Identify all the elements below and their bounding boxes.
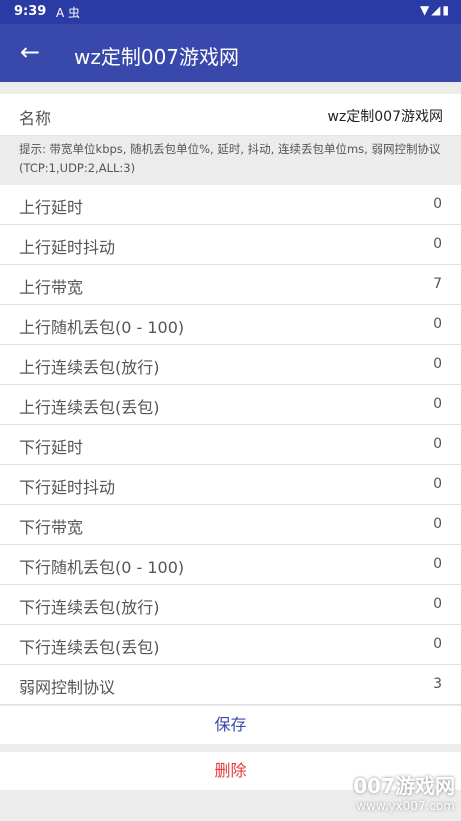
setting-value[interactable]: 0 <box>433 236 442 252</box>
setting-label: 下行延时 <box>19 438 84 457</box>
setting-label: 下行随机丢包(0 - 100) <box>19 558 185 577</box>
name-input[interactable]: wz定制007游戏网 <box>327 106 443 126</box>
setting-value[interactable]: 3 <box>433 676 442 692</box>
setting-value[interactable]: 0 <box>433 356 442 372</box>
setting-label: 下行带宽 <box>19 518 84 537</box>
status-bar: 9:39 A 虫 ▼◢▮ <box>0 0 461 24</box>
setting-row-uplink-random-loss[interactable]: 上行随机丢包(0 - 100) 0 <box>0 305 461 345</box>
setting-value[interactable]: 0 <box>433 196 442 212</box>
setting-label: 弱网控制协议 <box>19 678 116 697</box>
setting-row-downlink-bandwidth[interactable]: 下行带宽 0 <box>0 505 461 545</box>
setting-row-downlink-burst-loss[interactable]: 下行连续丢包(丢包) 0 <box>0 625 461 665</box>
setting-label: 下行连续丢包(放行) <box>19 598 160 617</box>
app-bar: ← wz定制007游戏网 <box>0 24 461 82</box>
save-button[interactable]: 保存 <box>0 706 461 744</box>
notification-icons: A 虫 <box>56 6 81 20</box>
setting-label: 上行延时抖动 <box>19 238 116 257</box>
setting-label: 上行带宽 <box>19 278 84 297</box>
name-label: 名称 <box>19 109 52 128</box>
setting-value[interactable]: 7 <box>433 276 442 292</box>
setting-label: 上行连续丢包(丢包) <box>19 398 160 417</box>
settings-list: 上行延时 0 上行延时抖动 0 上行带宽 7 上行随机丢包(0 - 100) 0… <box>0 185 461 705</box>
watermark-url: www.yx007.com <box>356 799 455 813</box>
setting-value[interactable]: 0 <box>433 636 442 652</box>
hint-text: 提示: 带宽单位kbps, 随机丢包单位%, 延时, 抖动, 连续丢包单位ms,… <box>19 142 441 175</box>
watermark-title: 007游戏网 <box>353 774 455 798</box>
setting-value[interactable]: 0 <box>433 516 442 532</box>
setting-row-weak-network-protocol[interactable]: 弱网控制协议 3 <box>0 665 461 705</box>
setting-value[interactable]: 0 <box>433 596 442 612</box>
setting-value[interactable]: 0 <box>433 436 442 452</box>
setting-value[interactable]: 0 <box>433 396 442 412</box>
page-title: wz定制007游戏网 <box>74 45 240 69</box>
setting-value[interactable]: 0 <box>433 476 442 492</box>
status-time: 9:39 <box>14 4 47 19</box>
setting-row-downlink-jitter[interactable]: 下行延时抖动 0 <box>0 465 461 505</box>
setting-row-uplink-burst-pass[interactable]: 上行连续丢包(放行) 0 <box>0 345 461 385</box>
setting-label: 上行延时 <box>19 198 84 217</box>
system-status-icons: ▼◢▮ <box>419 3 451 17</box>
setting-label: 下行延时抖动 <box>19 478 116 497</box>
name-field-row[interactable]: 名称 wz定制007游戏网 <box>0 94 461 136</box>
setting-row-uplink-burst-loss[interactable]: 上行连续丢包(丢包) 0 <box>0 385 461 425</box>
setting-value[interactable]: 0 <box>433 556 442 572</box>
setting-label: 下行连续丢包(丢包) <box>19 638 160 657</box>
back-arrow-icon[interactable]: ← <box>16 38 44 66</box>
setting-row-downlink-random-loss[interactable]: 下行随机丢包(0 - 100) 0 <box>0 545 461 585</box>
setting-row-downlink-delay[interactable]: 下行延时 0 <box>0 425 461 465</box>
setting-row-uplink-bandwidth[interactable]: 上行带宽 7 <box>0 265 461 305</box>
setting-row-uplink-delay[interactable]: 上行延时 0 <box>0 185 461 225</box>
setting-label: 上行随机丢包(0 - 100) <box>19 318 185 337</box>
setting-row-uplink-jitter[interactable]: 上行延时抖动 0 <box>0 225 461 265</box>
setting-value[interactable]: 0 <box>433 316 442 332</box>
setting-row-downlink-burst-pass[interactable]: 下行连续丢包(放行) 0 <box>0 585 461 625</box>
setting-label: 上行连续丢包(放行) <box>19 358 160 377</box>
watermark: 007游戏网 www.yx007.com <box>353 770 455 813</box>
